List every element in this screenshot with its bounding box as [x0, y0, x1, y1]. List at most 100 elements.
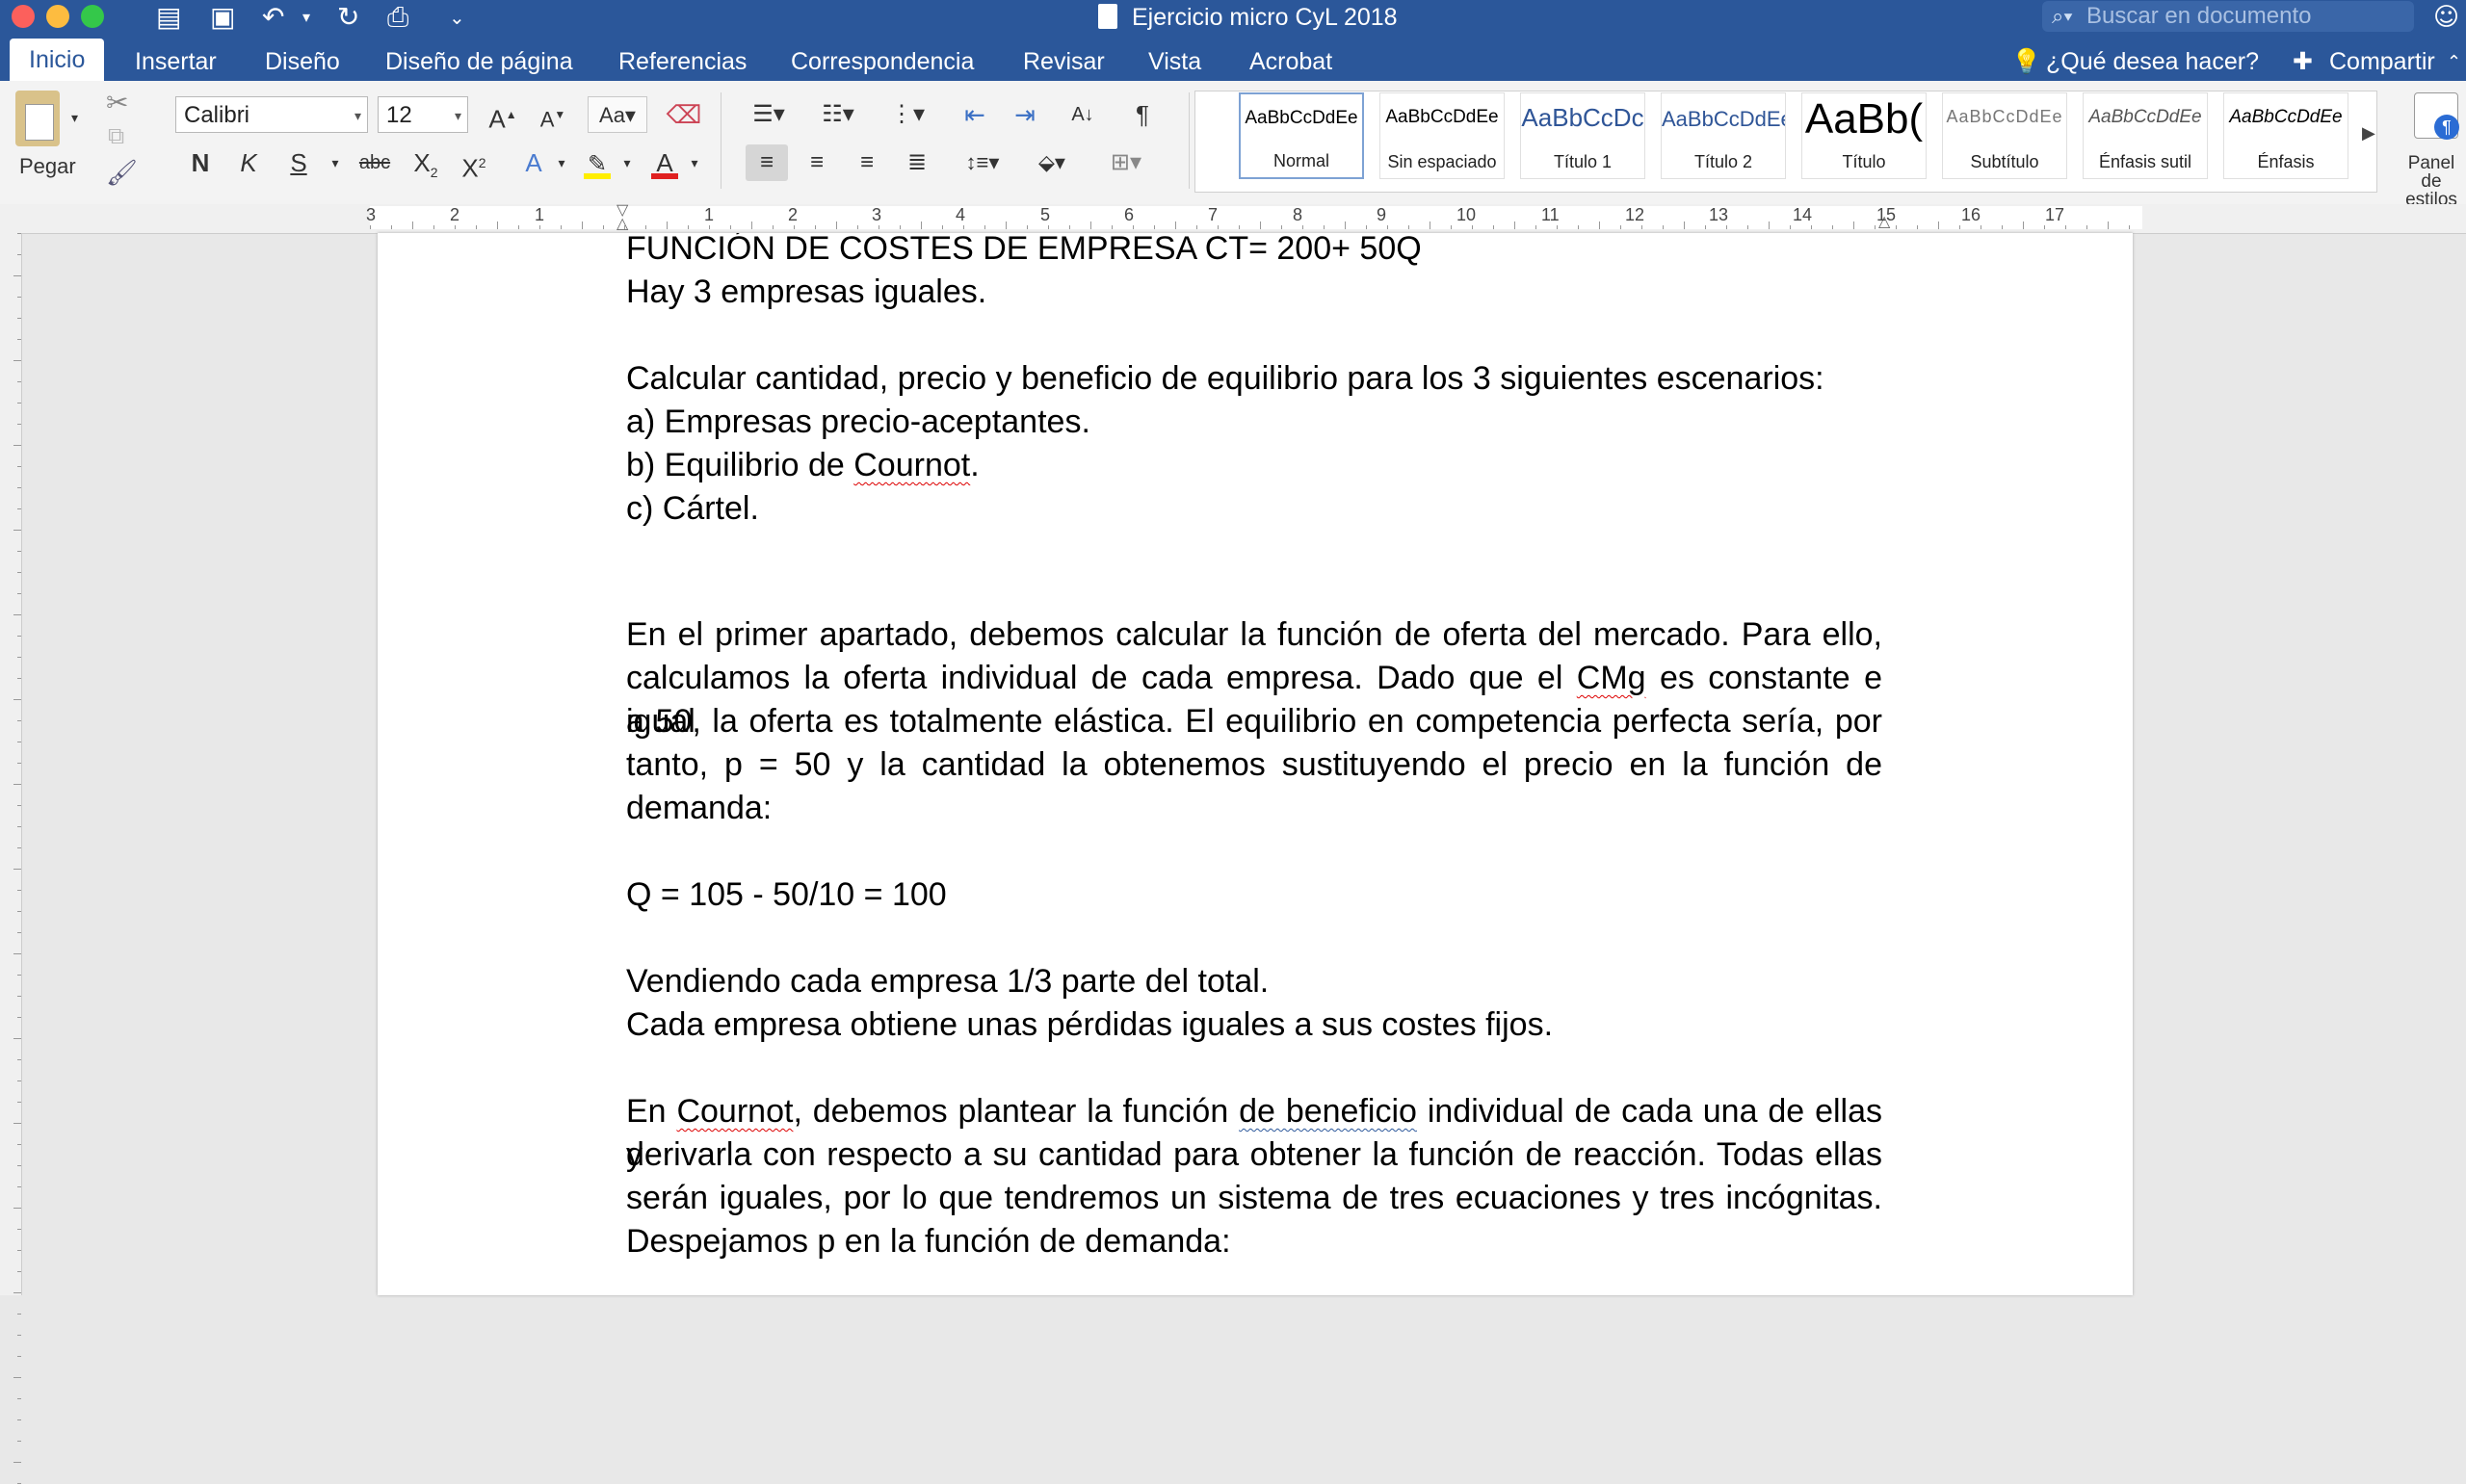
align-right-icon[interactable]: ≡ [846, 144, 888, 181]
tell-me-box[interactable]: ¿Qué desea hacer? [2046, 42, 2259, 81]
style-enfasis[interactable]: AaBbCcDdEe Énfasis [2223, 92, 2348, 179]
style-enfasis-sutil[interactable]: AaBbCcDdEe Énfasis sutil [2083, 92, 2208, 179]
style-normal[interactable]: AaBbCcDdEe Normal [1239, 92, 1364, 179]
format-painter-icon[interactable]: 🖌 [106, 158, 138, 188]
style-subtitulo[interactable]: AaBbCcDdEe Subtítulo [1942, 92, 2067, 179]
left-indent-marker[interactable]: △ [616, 217, 632, 232]
ruler-tick [1175, 221, 1176, 229]
highlight-icon[interactable]: ✎ [576, 144, 618, 181]
decrease-indent-icon[interactable]: ⇤ [954, 96, 996, 133]
styles-pane-icon[interactable]: ¶ [2414, 92, 2459, 140]
undo-icon[interactable]: ↶ [262, 2, 284, 33]
cut-icon[interactable]: ✂ [106, 87, 128, 118]
text-effects-icon[interactable]: A [512, 144, 555, 181]
align-left-icon[interactable]: ≡ [746, 144, 788, 181]
style-titulo-2[interactable]: AaBbCcDdEe Título 2 [1661, 92, 1786, 179]
ruler-tick [13, 1292, 21, 1293]
ruler-tick [17, 593, 21, 594]
paste-button[interactable]: Pegar [19, 154, 76, 179]
style-titulo[interactable]: AaBb( Título [1801, 92, 1927, 179]
clear-formatting-icon[interactable]: ⌫ [663, 96, 705, 133]
tab-referencias[interactable]: Referencias [618, 42, 747, 81]
styles-pane-button[interactable]: Panel de estilos [2397, 154, 2466, 209]
title-bar: ▤ ▣ ↶ ▾ ↻ ⎙ ⌄ Ejercicio micro CyL 2018 ⌕… [0, 0, 2466, 35]
font-name-combo[interactable]: Calibri ▾ [175, 96, 368, 133]
superscript-icon[interactable]: X2 [453, 144, 495, 183]
underline-dropdown-icon[interactable]: ▾ [326, 144, 345, 181]
save-icon[interactable]: ▣ [210, 2, 235, 33]
sort-icon[interactable]: A↓ [1062, 96, 1104, 133]
paste-icon[interactable] [15, 91, 60, 146]
share-button[interactable]: Compartir [2329, 42, 2435, 81]
style-sin-espaciado[interactable]: AaBbCcDdEe Sin espaciado [1379, 92, 1505, 179]
numbering-icon[interactable]: ☷▾ [809, 96, 867, 133]
undo-dropdown-icon[interactable]: ▾ [302, 2, 310, 33]
document-page[interactable]: FUNCIÓN DE COSTES DE EMPRESA CT= 200+ 50… [378, 233, 2133, 1295]
align-center-icon[interactable]: ≡ [796, 144, 838, 181]
bullets-icon[interactable]: ☰▾ [740, 96, 798, 133]
font-size-combo[interactable]: 12 ▾ [378, 96, 468, 133]
text-run: En [626, 1093, 677, 1130]
style-name: Título 1 [1553, 152, 1613, 171]
strikethrough-button[interactable]: abc [351, 144, 399, 181]
collapse-ribbon-icon[interactable]: ⌃ [2447, 42, 2461, 81]
close-window-button[interactable] [12, 5, 35, 28]
highlight-dropdown-icon[interactable]: ▾ [618, 144, 636, 181]
styles-more-icon[interactable]: ▶ [2362, 123, 2375, 143]
horizontal-ruler[interactable]: ▽ △ △ 3 2 1 1 2 3 4 5 6 7 8 9 10 11 12 1… [0, 203, 2466, 234]
ruler-tick [13, 953, 21, 954]
change-case-icon[interactable]: Aa▾ [588, 96, 647, 133]
italic-button[interactable]: K [227, 144, 270, 181]
tab-diseno-de-pagina[interactable]: Diseño de página [385, 42, 573, 81]
justify-icon[interactable]: ≣ [896, 144, 938, 181]
search-box[interactable]: ⌕▾ [2042, 1, 2414, 32]
tab-insertar[interactable]: Insertar [135, 42, 217, 81]
tab-correspondencia[interactable]: Correspondencia [791, 42, 974, 81]
increase-indent-icon[interactable]: ⇥ [1004, 96, 1046, 133]
ruler-tick [17, 1059, 21, 1060]
paste-dropdown-icon[interactable]: ▾ [71, 110, 78, 126]
grow-font-icon[interactable]: A▲ [482, 96, 524, 134]
vertical-ruler[interactable] [0, 233, 22, 1484]
tab-revisar[interactable]: Revisar [1023, 42, 1105, 81]
multilevel-list-icon[interactable]: ⋮▾ [879, 96, 936, 133]
customize-toolbar-icon[interactable]: ⌄ [449, 2, 465, 33]
ruler-number: 11 [1541, 205, 1560, 224]
print-icon[interactable]: ⎙ [387, 2, 408, 33]
text-run: . [970, 447, 980, 483]
ruler-tick [1959, 225, 1960, 229]
ruler-number: 7 [1208, 205, 1219, 224]
font-color-dropdown-icon[interactable]: ▾ [686, 144, 703, 181]
font-color-icon[interactable]: A [643, 144, 686, 181]
text-effects-dropdown-icon[interactable]: ▾ [553, 144, 570, 181]
minimize-window-button[interactable] [46, 5, 69, 28]
line-spacing-icon[interactable]: ↕≡▾ [954, 144, 1011, 181]
show-formatting-icon[interactable]: ¶ [1121, 96, 1164, 133]
tab-vista[interactable]: Vista [1148, 42, 1201, 81]
copy-icon[interactable]: ⧉ [108, 123, 124, 150]
borders-icon[interactable]: ⊞▾ [1092, 144, 1160, 181]
redo-icon[interactable]: ↻ [337, 2, 359, 33]
ruler-number: 8 [1293, 205, 1303, 224]
subscript-icon[interactable]: X2 [405, 144, 447, 181]
account-icon[interactable]: ☺ [2433, 2, 2459, 33]
ruler-tick [645, 225, 646, 229]
search-input[interactable] [2086, 1, 2404, 32]
tab-inicio[interactable]: Inicio [10, 39, 105, 81]
ruler-tick [17, 763, 21, 764]
ruler-tick [667, 221, 668, 229]
shading-icon[interactable]: ⬙▾ [1023, 144, 1081, 181]
ruler-tick [518, 225, 519, 229]
ruler-tick [17, 1229, 21, 1230]
chevron-down-icon: ▾ [454, 108, 461, 123]
tab-acrobat[interactable]: Acrobat [1249, 42, 1332, 81]
ruler-tick [17, 678, 21, 679]
shrink-font-icon[interactable]: A▼ [532, 96, 574, 133]
style-titulo-1[interactable]: AaBbCcDc Título 1 [1520, 92, 1645, 179]
tab-diseno[interactable]: Diseño [265, 42, 340, 81]
underline-button[interactable]: S [277, 144, 320, 181]
ruler-tick [1663, 225, 1664, 229]
bold-button[interactable]: N [179, 144, 222, 181]
zoom-window-button[interactable] [81, 5, 104, 28]
sidebar-toggle-icon[interactable]: ▤ [156, 2, 181, 33]
